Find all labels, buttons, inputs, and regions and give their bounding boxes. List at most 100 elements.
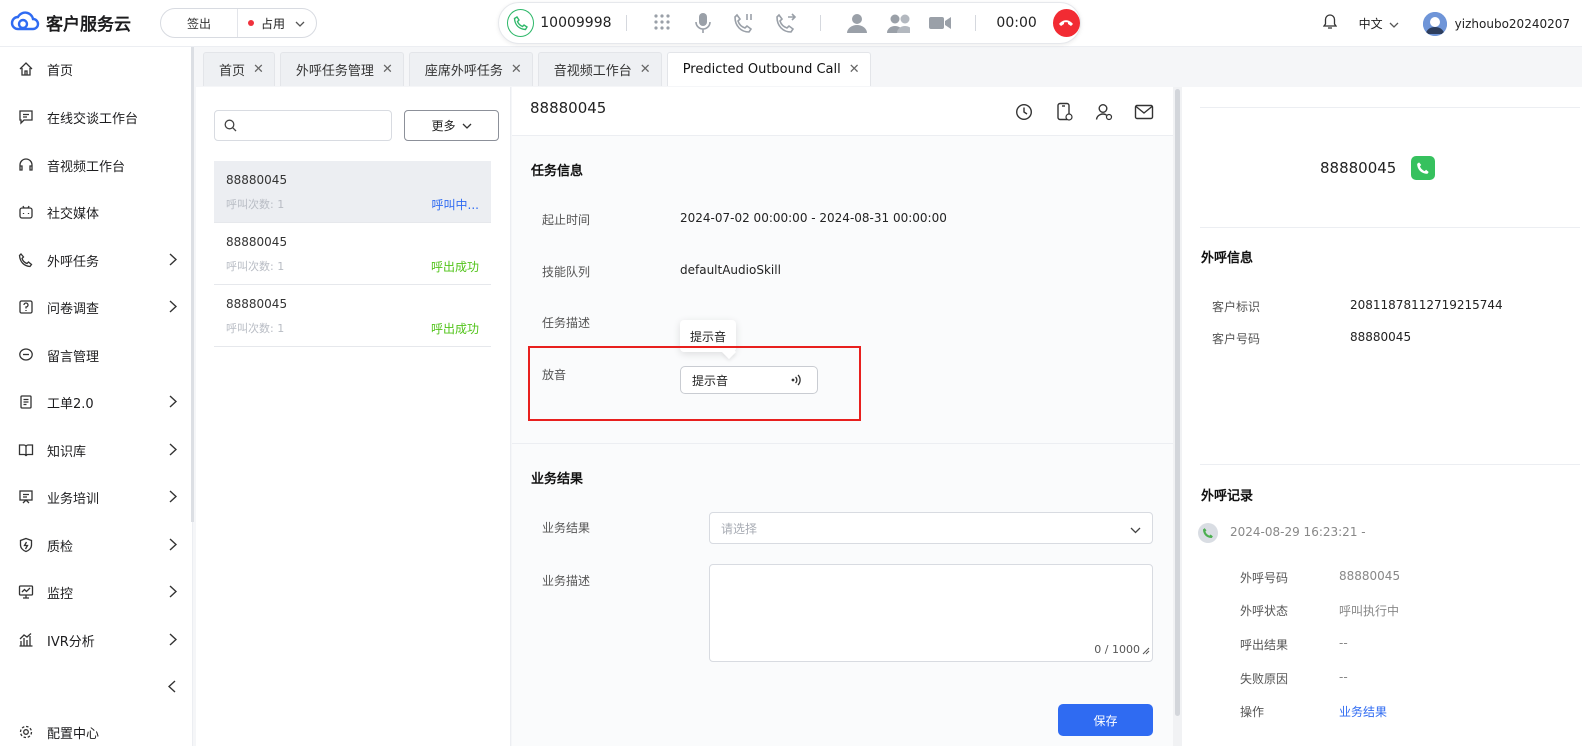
history-clock-icon[interactable] [1013,101,1035,123]
ivr-chart-icon [17,631,35,649]
dialpad-icon[interactable] [650,11,673,35]
tab-predicted-outbound-call[interactable]: Predicted Outbound Call ✕ [666,52,871,86]
divider [626,15,628,31]
more-label: 更多 [431,119,456,133]
collapse-sidebar-button[interactable] [167,680,176,697]
save-button[interactable]: 保存 [1058,704,1153,736]
tab-av-workbench[interactable]: 音视频工作台 ✕ [537,52,662,86]
record-phone-icon [1198,523,1218,543]
app-title: 客户服务云 [46,14,131,35]
chevron-down-icon [295,16,305,30]
close-icon[interactable]: ✕ [640,62,651,77]
detail-scrollbar[interactable] [1173,87,1182,746]
status-label: 占用 [261,16,286,31]
tab-label: 音视频工作台 [553,64,632,79]
tab-label: Predicted Outbound Call [682,62,841,77]
sidebar-item-label: 音视频工作台 [47,159,126,175]
select-placeholder: 请选择 [721,521,758,536]
sidebar-item-knowledge[interactable]: 知识库 [0,430,193,470]
list-item-status: 呼出成功 [430,322,479,336]
cloud-logo-icon [10,9,40,35]
mail-icon[interactable] [1133,101,1155,123]
list-item[interactable]: 88880045 呼叫次数: 1 呼叫中... [214,161,491,223]
ticket-icon [17,393,35,411]
sidebar-item-messages[interactable]: 留言管理 [0,335,193,375]
search-icon [224,119,237,136]
status-dropdown[interactable]: 占用 [238,15,316,32]
record-label: 呼出结果 [1240,638,1289,652]
sidebar-item-ticket[interactable]: 工单2.0 [0,382,193,422]
hangup-button[interactable] [1052,9,1080,37]
sidebar-item-ivr[interactable]: IVR分析 [0,620,193,660]
business-desc-textarea[interactable]: 0 / 1000 [709,564,1153,662]
close-icon[interactable]: ✕ [253,62,264,77]
close-icon[interactable]: ✕ [382,62,393,77]
call-list-panel: 更多 88880045 呼叫次数: 1 呼叫中... 88880045 呼叫次数… [196,87,511,746]
scrollbar-thumb[interactable] [1175,89,1180,716]
tab-agent-outbound-task[interactable]: 座席外呼任务 ✕ [408,52,533,86]
resize-grip-icon[interactable] [1142,644,1150,659]
device-icon[interactable] [1053,101,1075,123]
sidebar-item-quality[interactable]: 质检 [0,525,193,565]
business-result-title: 业务结果 [531,472,584,487]
divider [512,443,1173,444]
shield-icon [17,536,35,554]
customer-info-panel: 88880045 外呼信息 客户标识 20811878112719215744 … [1182,87,1582,746]
business-result-link[interactable]: 业务结果 [1339,703,1387,720]
sidebar-item-config[interactable]: 配置中心 [0,712,193,746]
divider [820,15,822,31]
sidebar-item-online-chat[interactable]: 在线交谈工作台 [0,97,193,137]
sidebar-item-survey[interactable]: 问卷调查 [0,287,193,327]
call-number: 10009998 [540,15,612,31]
sidebar-item-home[interactable]: 首页 [0,49,193,89]
customer-number: 88880045 [1320,159,1397,177]
bell-icon[interactable] [1322,13,1337,34]
close-icon[interactable]: ✕ [511,62,522,77]
list-item[interactable]: 88880045 呼叫次数: 1 呼出成功 [214,223,491,285]
record-value: 88880045 [1339,569,1401,583]
user-settings-icon[interactable] [1093,101,1115,123]
chevron-right-icon [169,633,178,650]
message-icon [17,346,35,364]
more-filter-button[interactable]: 更多 [404,110,499,141]
chevron-right-icon [169,253,178,270]
gear-icon [17,723,35,741]
list-item[interactable]: 88880045 呼叫次数: 1 呼出成功 [214,285,491,347]
chevron-right-icon [169,443,178,460]
sidebar-item-av-workbench[interactable]: 音视频工作台 [0,145,193,185]
transfer-call-icon[interactable] [774,11,797,35]
record-value: 呼叫执行中 [1339,604,1400,618]
video-camera-icon[interactable] [928,11,952,35]
hold-call-icon[interactable] [733,11,756,35]
phone-icon [507,9,535,37]
info-label: 客户号码 [1212,332,1261,346]
signout-button[interactable]: 签出 [161,9,238,37]
sidebar-item-training[interactable]: 业务培训 [0,477,193,517]
tab-home[interactable]: 首页 ✕ [203,52,275,86]
list-item-number: 88880045 [226,173,288,187]
close-icon[interactable]: ✕ [849,62,860,77]
sidebar-scrollbar[interactable] [191,47,194,522]
username: yizhoubo20240207 [1454,16,1570,31]
chevron-right-icon [169,395,178,412]
user-menu[interactable]: yizhoubo20240207 [1422,11,1570,36]
sidebar-item-outbound-task[interactable]: 外呼任务 [0,240,193,280]
sidebar-item-social-media[interactable]: 社交媒体 [0,192,193,232]
sidebar-item-monitor[interactable]: 监控 [0,572,193,612]
conference-icon[interactable] [844,11,868,35]
agent-state-control: 签出 占用 [160,8,317,38]
tab-outbound-task-mgmt[interactable]: 外呼任务管理 ✕ [279,52,404,86]
result-select[interactable]: 请选择 [709,512,1153,544]
field-label: 技能队列 [542,265,591,279]
divider [1200,464,1580,465]
three-party-icon[interactable] [886,11,911,35]
chevron-down-icon [1130,523,1141,537]
outbound-info-title: 外呼信息 [1201,251,1254,266]
microphone-icon[interactable] [691,11,714,35]
sidebar-item-label: 配置中心 [47,726,100,742]
sidebar-item-label: 在线交谈工作台 [47,111,139,127]
language-selector[interactable]: 中文 [1359,15,1399,32]
search-input[interactable] [214,110,392,141]
call-button[interactable] [1411,156,1435,180]
monitor-icon [17,583,35,601]
